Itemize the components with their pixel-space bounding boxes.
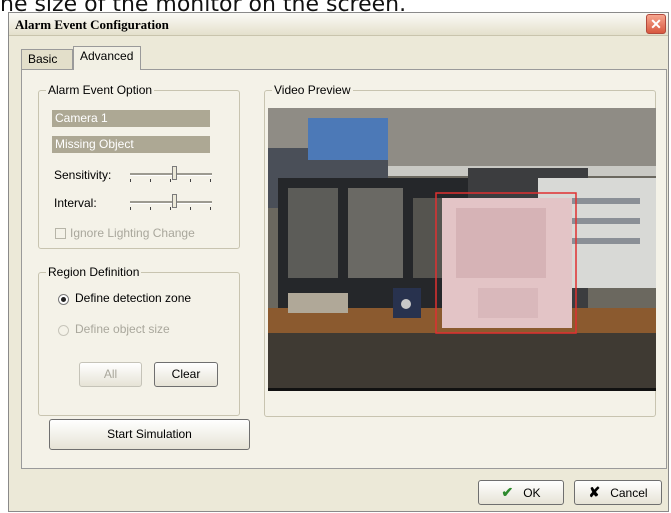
- page-caption: he size of the monitor on the screen.: [0, 0, 671, 12]
- cancel-button[interactable]: ✘ Cancel: [574, 480, 662, 505]
- slider-track: [130, 201, 212, 204]
- cancel-label: Cancel: [610, 486, 648, 500]
- define-object-size-label: Define object size: [75, 322, 170, 336]
- ignore-lighting-label: Ignore Lighting Change: [70, 226, 195, 240]
- dialog-title: Alarm Event Configuration: [15, 17, 169, 32]
- interval-label: Interval:: [54, 196, 97, 210]
- interval-slider[interactable]: [130, 193, 212, 213]
- slider-ticks: [130, 207, 212, 210]
- close-icon[interactable]: ✕: [646, 14, 666, 34]
- event-type-field: Missing Object: [52, 136, 210, 153]
- x-icon: ✘: [588, 484, 601, 500]
- title-bar[interactable]: Alarm Event Configuration ✕: [9, 13, 668, 36]
- slider-tick: [170, 179, 171, 182]
- sensitivity-label: Sensitivity:: [54, 168, 112, 182]
- slider-tick: [170, 207, 171, 210]
- slider-ticks: [130, 179, 212, 182]
- tab-advanced[interactable]: Advanced: [73, 46, 141, 70]
- slider-thumb[interactable]: [172, 194, 177, 208]
- all-button[interactable]: All: [79, 362, 142, 387]
- tab-basic[interactable]: Basic: [21, 49, 73, 69]
- check-icon: ✔: [501, 484, 514, 500]
- slider-track: [130, 173, 212, 176]
- define-object-size-radio[interactable]: [58, 325, 69, 336]
- ignore-lighting-checkbox[interactable]: [55, 228, 66, 239]
- video-preview-image[interactable]: [268, 108, 656, 391]
- region-definition-legend: Region Definition: [46, 265, 142, 279]
- slider-tick: [150, 179, 151, 182]
- slider-tick: [130, 207, 131, 210]
- ok-label: OK: [523, 486, 541, 500]
- slider-tick: [130, 179, 131, 182]
- start-simulation-button[interactable]: Start Simulation: [49, 419, 250, 450]
- slider-tick: [190, 179, 191, 182]
- slider-tick: [210, 179, 211, 182]
- camera-frame: [268, 108, 656, 388]
- define-detection-zone-radio[interactable]: [58, 294, 69, 305]
- ok-button[interactable]: ✔ OK: [478, 480, 564, 505]
- slider-tick: [210, 207, 211, 210]
- clear-button[interactable]: Clear: [154, 362, 218, 387]
- slider-tick: [190, 207, 191, 210]
- alarm-event-configuration-dialog: Alarm Event Configuration ✕ Basic Advanc…: [8, 12, 669, 512]
- camera-field: Camera 1: [52, 110, 210, 127]
- slider-thumb[interactable]: [172, 166, 177, 180]
- video-preview-legend: Video Preview: [272, 83, 353, 97]
- define-detection-zone-label: Define detection zone: [75, 291, 192, 305]
- slider-tick: [150, 207, 151, 210]
- sensitivity-slider[interactable]: [130, 165, 212, 185]
- alarm-event-option-legend: Alarm Event Option: [46, 83, 155, 97]
